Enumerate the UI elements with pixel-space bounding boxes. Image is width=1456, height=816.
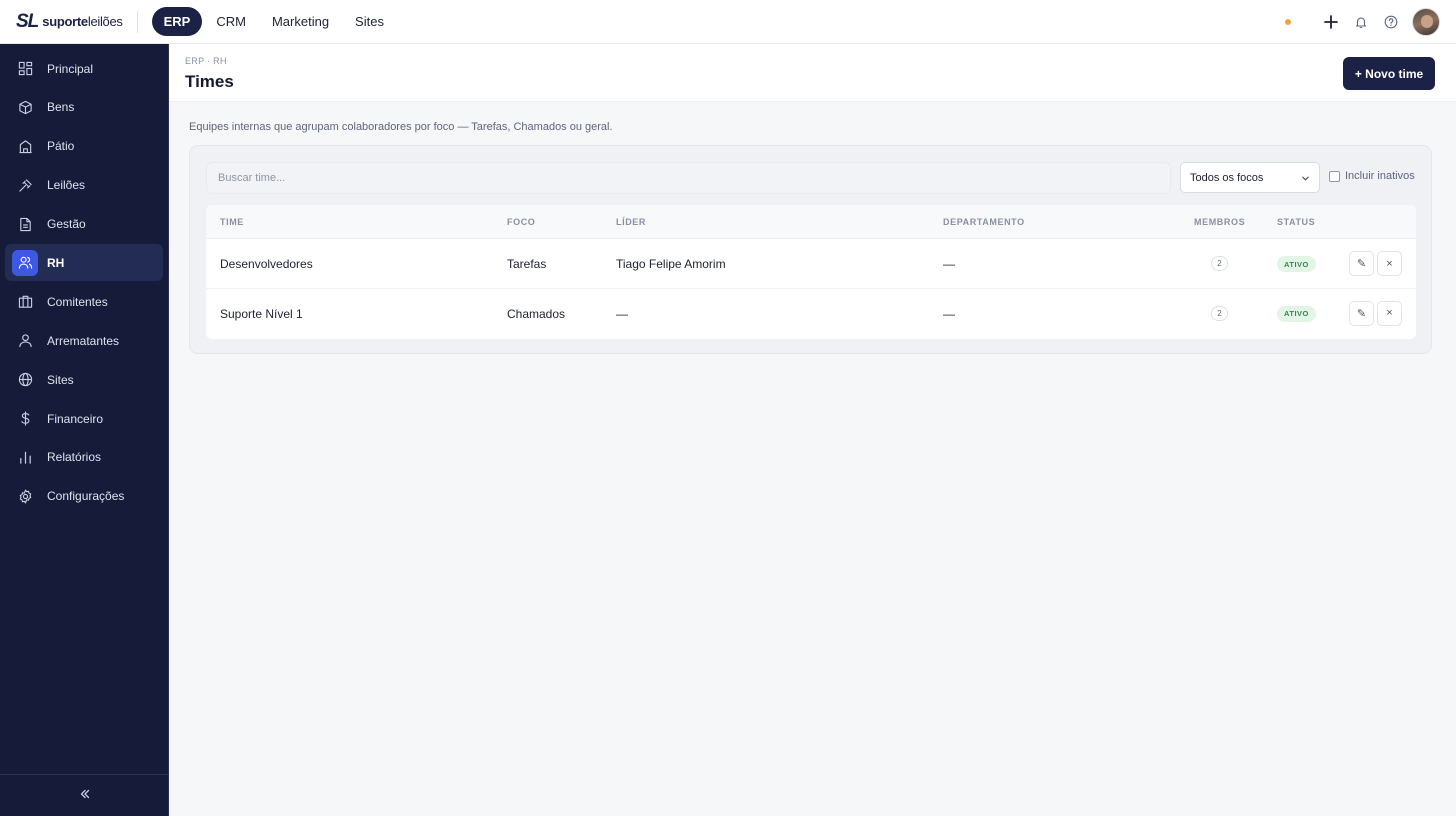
teams-table: TIME FOCO LÍDER DEPARTAMENTO MEMBROS STA…	[206, 205, 1416, 339]
help-icon[interactable]	[1376, 7, 1406, 37]
dollar-icon	[12, 406, 38, 432]
column-header-departamento[interactable]: DEPARTAMENTO	[943, 217, 1025, 227]
sidebar-nav: Principal Bens Pátio Leilões Gestão RH C…	[0, 44, 168, 515]
sidebar-item-label: Sites	[47, 372, 74, 387]
members-count-badge: 2	[1211, 256, 1228, 271]
plus-icon[interactable]	[1316, 7, 1346, 37]
close-icon: ×	[1386, 307, 1393, 319]
top-nav: ERP CRM Marketing Sites	[151, 7, 396, 36]
page-description: Equipes internas que agrupam colaborador…	[189, 121, 613, 133]
table-header: TIME FOCO LÍDER DEPARTAMENTO MEMBROS STA…	[206, 205, 1416, 239]
sidebar-item-label: Principal	[47, 61, 94, 76]
delete-button[interactable]: ×	[1377, 300, 1402, 326]
status-badge: ATIVO	[1277, 256, 1316, 272]
status-badge: ATIVO	[1277, 305, 1316, 322]
sidebar-item-label: Gestão	[47, 217, 86, 232]
collapse-sidebar-button[interactable]	[0, 774, 169, 816]
include-inactive-label: Incluir inativos	[1345, 170, 1415, 182]
table-row[interactable]: Desenvolvedores Tarefas Tiago Felipe Amo…	[206, 239, 1416, 289]
logo-wordmark: suporteleilões	[42, 14, 123, 29]
sidebar: Principal Bens Pátio Leilões Gestão RH C…	[0, 44, 169, 816]
user-icon	[12, 328, 38, 354]
page-header: ERP · RH Times + Novo time	[169, 44, 1456, 102]
sidebar-item-financeiro[interactable]: Financeiro	[5, 400, 163, 437]
divider	[136, 10, 138, 33]
pencil-icon: ✎	[1356, 258, 1367, 270]
sidebar-item-configuracoes[interactable]: Configurações	[5, 478, 163, 515]
edit-button[interactable]: ✎	[1349, 251, 1374, 276]
brand-logo[interactable]: SL suporteleilões	[16, 0, 123, 44]
sidebar-item-label: Pátio	[47, 139, 75, 154]
team-name[interactable]: Desenvolvedores	[220, 257, 313, 271]
team-focus: Chamados	[507, 306, 566, 321]
topnav-marketing[interactable]: Marketing	[260, 7, 341, 36]
team-name[interactable]: Suporte Nível 1	[220, 307, 303, 321]
column-header-foco[interactable]: FOCO	[507, 217, 535, 227]
status-dot	[1285, 19, 1291, 25]
globe-icon	[12, 367, 38, 393]
sidebar-item-gestao[interactable]: Gestão	[5, 206, 163, 243]
logo-mark: SL	[16, 10, 39, 32]
column-header-lider[interactable]: LÍDER	[616, 217, 646, 227]
edit-button[interactable]: ✎	[1349, 300, 1374, 326]
gear-icon	[12, 483, 38, 509]
team-leader: —	[616, 306, 628, 321]
sidebar-item-leiloes[interactable]: Leilões	[5, 167, 163, 204]
sidebar-item-arrematantes[interactable]: Arrematantes	[5, 322, 163, 359]
dashboard-icon	[12, 56, 38, 82]
sidebar-item-label: Comitentes	[47, 294, 108, 309]
bell-icon[interactable]	[1346, 7, 1376, 37]
sidebar-item-label: Bens	[47, 100, 75, 115]
include-inactive-checkbox[interactable]	[1329, 170, 1340, 182]
topnav-crm[interactable]: CRM	[204, 7, 258, 36]
double-chevron-left-icon	[79, 787, 91, 805]
briefcase-icon	[12, 289, 38, 315]
chevron-down-icon	[1301, 174, 1310, 186]
members-count-badge: 2	[1211, 305, 1228, 321]
user-avatar[interactable]	[1412, 8, 1440, 36]
team-leader: Tiago Felipe Amorim	[616, 257, 726, 271]
page-title: Times	[185, 72, 234, 91]
bar-chart-icon	[12, 444, 38, 470]
close-icon: ×	[1386, 257, 1393, 270]
delete-button[interactable]: ×	[1377, 251, 1402, 276]
focus-select[interactable]: Todos os focos	[1180, 162, 1320, 193]
column-header-status[interactable]: STATUS	[1277, 217, 1315, 227]
gavel-icon	[12, 172, 38, 198]
sidebar-item-label: RH	[47, 255, 65, 270]
sidebar-item-sites[interactable]: Sites	[5, 361, 163, 398]
topnav-erp[interactable]: ERP	[151, 7, 203, 36]
new-team-button[interactable]: + Novo time	[1343, 57, 1435, 90]
team-department: —	[943, 306, 955, 321]
top-bar: SL suporteleilões ERP CRM Marketing Site…	[0, 0, 1456, 44]
team-department: —	[943, 257, 955, 271]
document-icon	[12, 211, 38, 237]
column-header-time[interactable]: TIME	[220, 217, 244, 227]
teams-panel: Todos os focos Incluir inativos TIME FOC…	[189, 145, 1432, 354]
focus-select-value: Todos os focos	[1190, 171, 1264, 184]
sidebar-item-relatorios[interactable]: Relatórios	[5, 439, 163, 476]
topnav-sites[interactable]: Sites	[343, 7, 396, 36]
sidebar-item-patio[interactable]: Pátio	[5, 128, 163, 165]
sidebar-item-label: Arrematantes	[47, 333, 120, 348]
sidebar-item-rh[interactable]: RH	[5, 244, 163, 282]
pencil-icon: ✎	[1356, 307, 1367, 320]
table-row[interactable]: Suporte Nível 1 Chamados — — 2 ATIVO ✎ ×	[206, 289, 1416, 339]
sidebar-item-label: Leilões	[47, 178, 86, 193]
sidebar-item-label: Financeiro	[47, 411, 104, 426]
sidebar-item-bens[interactable]: Bens	[5, 89, 163, 126]
sidebar-item-comitentes[interactable]: Comitentes	[5, 283, 163, 320]
box-icon	[12, 94, 38, 120]
team-focus: Tarefas	[507, 257, 547, 271]
search-input[interactable]	[206, 162, 1171, 194]
sidebar-item-principal[interactable]: Principal	[5, 50, 163, 87]
include-inactive-toggle[interactable]: Incluir inativos	[1329, 170, 1415, 182]
column-header-membros[interactable]: MEMBROS	[1194, 217, 1245, 227]
building-icon	[12, 133, 38, 159]
sidebar-item-label: Configurações	[47, 489, 125, 504]
users-icon	[12, 249, 38, 276]
top-actions	[1285, 0, 1440, 44]
sidebar-item-label: Relatórios	[47, 450, 102, 465]
breadcrumb: ERP · RH	[185, 56, 227, 66]
